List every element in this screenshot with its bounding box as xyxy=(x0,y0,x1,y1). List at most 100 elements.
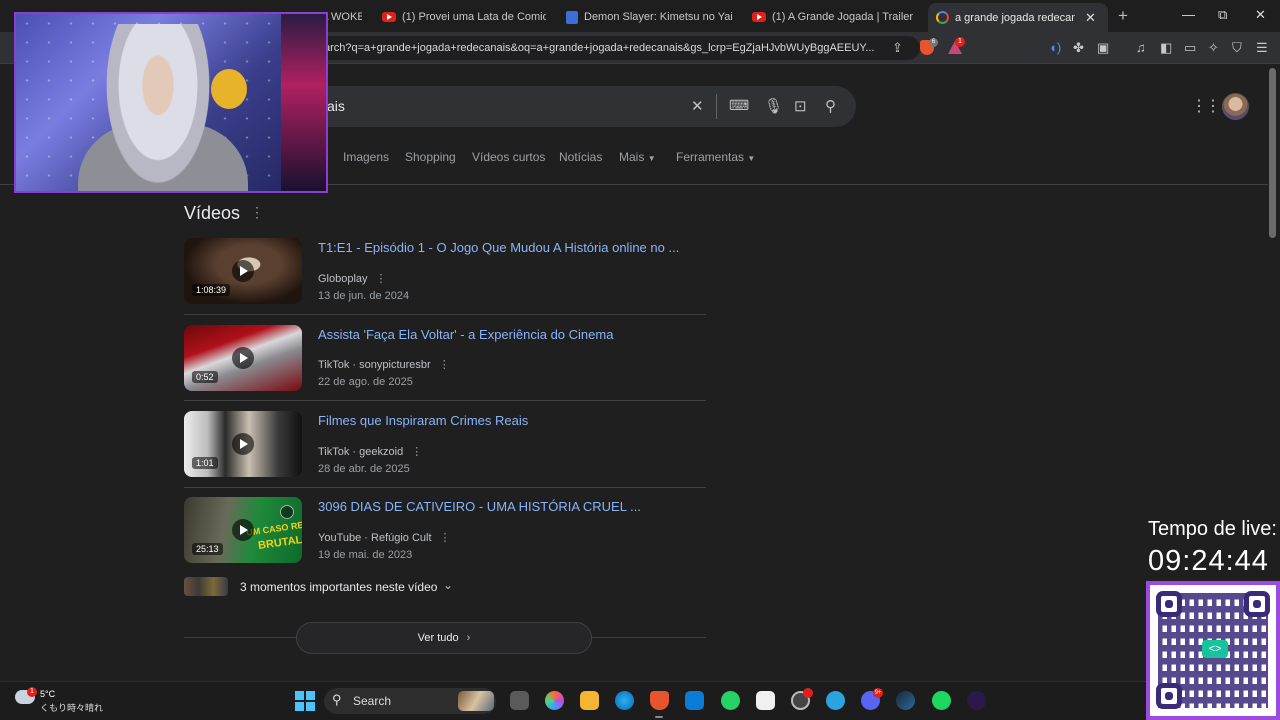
windows-start-icon[interactable] xyxy=(295,691,315,711)
videos-section-title: Vídeos xyxy=(184,203,241,223)
task-view-icon[interactable] xyxy=(510,691,529,710)
close-tab-icon[interactable]: ✕ xyxy=(1085,10,1096,26)
qr-code: <> xyxy=(1146,581,1280,720)
search-input[interactable]: ais xyxy=(327,98,345,114)
keyboard-icon[interactable]: ⌨ xyxy=(729,97,749,114)
video-title-link[interactable]: Filmes que Inspiraram Crimes Reais xyxy=(318,413,528,428)
video-duration: 1:08:39 xyxy=(192,284,231,296)
video-title-link[interactable]: Assista 'Faça Ela Voltar' - a Experiênci… xyxy=(318,327,613,342)
divider xyxy=(184,314,706,315)
copilot-icon[interactable] xyxy=(545,691,564,710)
search-icon: ⚲ xyxy=(332,692,342,707)
sidebar-icon[interactable]: ◧ xyxy=(1160,40,1172,56)
key-moments-toggle[interactable]: 3 momentos importantes neste vídeo xyxy=(240,580,437,594)
chevron-down-icon: ▼ xyxy=(747,154,756,163)
search-icon[interactable]: ⚲ xyxy=(825,97,836,115)
weather-description[interactable]: くもり時々晴れ xyxy=(40,701,103,714)
microsoft-store-icon[interactable] xyxy=(685,691,704,710)
video-source-label: YouTube · Refúgio Cult xyxy=(318,532,432,544)
clear-search-icon[interactable]: ✕ xyxy=(691,97,704,115)
divider xyxy=(184,400,706,401)
more-options-icon[interactable]: ⋮ xyxy=(376,273,387,285)
taskbar-search-label[interactable]: Search xyxy=(353,694,391,708)
minimize-button[interactable]: — xyxy=(1182,7,1195,22)
video-title-link[interactable]: T1:E1 - Episódio 1 - O Jogo Que Mudou A … xyxy=(318,240,679,255)
qr-logo-icon: <> xyxy=(1202,640,1228,658)
wallet-icon[interactable]: ▭ xyxy=(1184,40,1196,56)
restore-button[interactable]: ⧉ xyxy=(1218,7,1227,23)
tab-grande-jogada-search[interactable]: a grande jogada redecanais - ✕ xyxy=(928,3,1108,32)
search-highlight-image xyxy=(458,691,494,711)
tab-label: a grande jogada redecanais - xyxy=(955,11,1075,24)
video-source: YouTube · Refúgio Cult ⋮ xyxy=(318,531,451,544)
tab-grande-jogada-trailer[interactable]: (1) A Grande Jogada | Trailer Lege xyxy=(744,4,924,30)
shield-count-badge: 6 xyxy=(929,38,938,47)
see-all-label: Ver tudo xyxy=(417,632,459,644)
divider xyxy=(184,487,706,488)
voice-search-icon[interactable]: 🎙︎ xyxy=(764,97,783,115)
filter-short-videos[interactable]: Vídeos curtos xyxy=(472,150,545,164)
video-thumbnail[interactable]: 1:08:39 xyxy=(184,238,302,304)
leo-ai-icon[interactable]: ✧ xyxy=(1208,40,1219,56)
discord-badge: 9+ xyxy=(873,688,883,698)
video-duration: 25:13 xyxy=(192,543,223,555)
filter-more-label: Mais xyxy=(619,150,645,164)
share-icon[interactable]: ⇪ xyxy=(892,40,903,56)
extensions-icon[interactable]: ✤ xyxy=(1073,40,1084,56)
chevron-down-icon[interactable]: ⌄ xyxy=(443,578,453,592)
url-text[interactable]: arch?q=a+grande+jogada+redecanais&oq=a+g… xyxy=(324,42,884,54)
video-thumbnail[interactable]: 0:52 xyxy=(184,325,302,391)
more-options-icon[interactable]: ⋮ xyxy=(250,204,264,221)
filter-images[interactable]: Imagens xyxy=(343,150,389,164)
more-options-icon[interactable]: ⋮ xyxy=(440,532,451,544)
rewards-badge: 1 xyxy=(955,37,965,47)
steam-icon[interactable] xyxy=(896,691,915,710)
qr-finder xyxy=(1156,591,1182,617)
new-tab-button[interactable]: + xyxy=(1118,6,1128,26)
video-source-label: TikTok · geekzoid xyxy=(318,446,404,458)
video-date: 22 de ago. de 2025 xyxy=(318,376,413,388)
filter-more[interactable]: Mais ▼ xyxy=(619,150,656,164)
tab-label: Demon Slayer: Kimetsu no Yaiba ( xyxy=(584,11,732,23)
video-thumbnail[interactable]: 1:01 xyxy=(184,411,302,477)
filter-shopping[interactable]: Shopping xyxy=(405,150,456,164)
play-icon xyxy=(232,433,254,455)
more-options-icon[interactable]: ⋮ xyxy=(411,446,422,458)
audio-icon[interactable]: ◖) xyxy=(1049,40,1061,55)
scrollbar[interactable] xyxy=(1269,68,1276,238)
background-door xyxy=(281,14,326,191)
video-title-link[interactable]: 3096 DIAS DE CATIVEIRO - UMA HISTÓRIA CR… xyxy=(318,499,641,514)
brave-icon[interactable] xyxy=(650,691,669,710)
avatar[interactable] xyxy=(1222,93,1249,120)
see-all-button[interactable]: Ver tudo › xyxy=(296,622,592,654)
tab-demon-slayer[interactable]: Demon Slayer: Kimetsu no Yaiba ( xyxy=(558,4,740,30)
whatsapp-icon[interactable] xyxy=(721,691,740,710)
spotify-icon[interactable] xyxy=(932,691,951,710)
more-options-icon[interactable]: ⋮ xyxy=(439,359,450,371)
file-explorer-icon[interactable] xyxy=(580,691,599,710)
telegram-icon[interactable] xyxy=(826,691,845,710)
key-moments-thumbnails[interactable] xyxy=(184,577,228,596)
capcut-icon[interactable] xyxy=(756,691,775,710)
media-controls-icon[interactable]: ♫ xyxy=(1136,40,1146,55)
weather-badge: 1 xyxy=(27,687,37,697)
more-options-icon[interactable] xyxy=(280,505,294,519)
filter-news[interactable]: Notícias xyxy=(559,150,602,164)
play-icon xyxy=(232,347,254,369)
video-thumbnail[interactable]: UM CASO REAL BRUTAL 25:13 xyxy=(184,497,302,563)
edge-icon[interactable] xyxy=(615,691,634,710)
google-icon xyxy=(936,11,949,24)
lens-icon[interactable]: ⊡ xyxy=(794,97,807,115)
vpn-icon[interactable]: ⛉ xyxy=(1232,40,1242,56)
video-source: Globoplay ⋮ xyxy=(318,272,387,285)
tab-provei-lata[interactable]: (1) Provei uma Lata de Comida pa xyxy=(374,4,554,30)
filter-tools[interactable]: Ferramentas ▼ xyxy=(676,150,755,164)
filter-tools-label: Ferramentas xyxy=(676,150,745,164)
app-launcher-icon[interactable] xyxy=(967,691,986,710)
close-window-button[interactable]: ✕ xyxy=(1255,7,1266,23)
weather-temperature[interactable]: 5°C xyxy=(40,689,55,699)
menu-icon[interactable]: ☰ xyxy=(1256,40,1268,56)
video-source-label: TikTok · sonypicturesbr xyxy=(318,359,431,371)
screenshot-icon[interactable]: ▣ xyxy=(1097,40,1109,56)
thumbnail-caption: BRUTAL xyxy=(257,533,302,553)
